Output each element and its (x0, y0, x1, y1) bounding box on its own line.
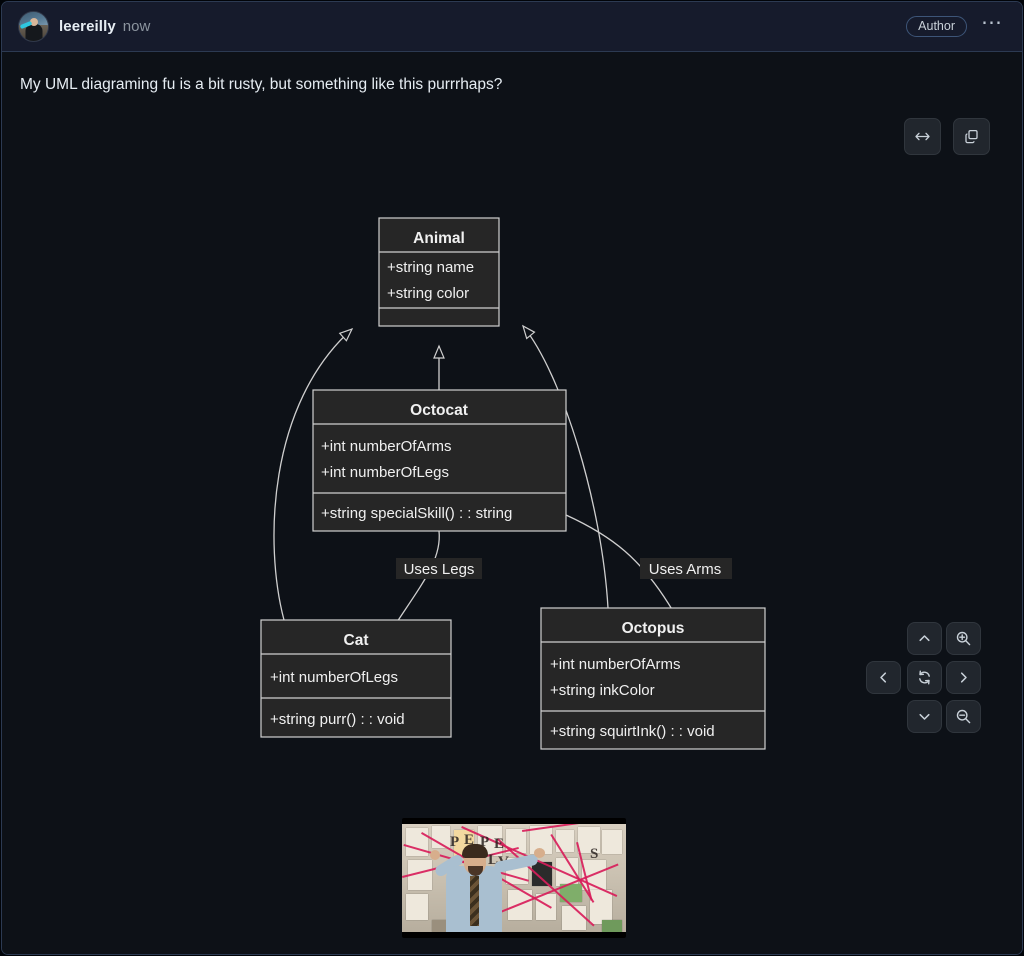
cat-class-name: Cat (344, 632, 369, 649)
left-right-arrow-icon (914, 128, 931, 145)
zoom-in-button[interactable] (946, 622, 981, 655)
cat-attribute: +int numberOfLegs (270, 669, 398, 686)
pan-left-button[interactable] (866, 661, 901, 694)
octocat-attribute: +int numberOfLegs (321, 464, 449, 481)
reset-view-button[interactable] (907, 661, 942, 694)
zoom-out-icon (955, 708, 972, 725)
pan-down-button[interactable] (907, 700, 942, 733)
avatar[interactable] (18, 11, 49, 42)
uml-class-cat[interactable]: Cat +int numberOfLegs +string purr() : :… (261, 620, 451, 737)
pepe-silvia-conspiracy-image[interactable]: P E P E S I L V S (402, 818, 626, 938)
pan-up-button[interactable] (907, 622, 942, 655)
comment-timestamp: now (123, 18, 151, 35)
meme-person-hair (462, 844, 488, 858)
octopus-method: +string squirtInk() : : void (550, 723, 715, 740)
comment-card: leereilly now Author ⋯ My UML diagraming… (1, 1, 1023, 955)
animal-attribute: +string color (387, 285, 469, 302)
avatar-body (25, 24, 42, 42)
octocat-method: +string specialSkill() : : string (321, 505, 512, 522)
relation-labels: Uses Legs Uses Arms (396, 558, 732, 579)
octocat-class-name: Octocat (410, 402, 468, 419)
meme-person-tie (470, 876, 479, 926)
cat-method: +string purr() : : void (270, 711, 405, 728)
uml-class-animal[interactable]: Animal +string name +string color (379, 218, 499, 326)
chevron-right-icon (956, 670, 971, 685)
meme-inner: P E P E S I L V S (402, 824, 626, 932)
comment-header-actions: Author ⋯ (906, 16, 1006, 38)
octopus-attribute: +int numberOfArms (550, 656, 680, 673)
uml-class-octopus[interactable]: Octopus +int numberOfArms +string inkCol… (541, 608, 765, 749)
fullscreen-button[interactable] (904, 118, 941, 155)
octopus-attribute: +string inkColor (550, 682, 655, 699)
kebab-menu-icon[interactable]: ⋯ (981, 18, 1006, 35)
chevron-down-icon (917, 709, 932, 724)
pan-right-button[interactable] (946, 661, 981, 694)
refresh-icon (916, 669, 933, 686)
octopus-class-name: Octopus (622, 620, 685, 637)
comment-text: My UML diagraming fu is a bit rusty, but… (2, 52, 1022, 96)
meme-person-left-hand (430, 850, 440, 860)
uses-legs-label: Uses Legs (404, 561, 475, 578)
animal-attribute: +string name (387, 259, 474, 276)
meme-person-right-hand (534, 848, 545, 858)
diagram-pan-zoom-controls (866, 622, 984, 740)
octocat-attribute: +int numberOfArms (321, 438, 451, 455)
author-badge: Author (906, 16, 967, 38)
diagram-toolbar (904, 118, 990, 155)
chevron-up-icon (917, 631, 932, 646)
copy-icon (963, 128, 980, 145)
comment-body: My UML diagraming fu is a bit rusty, but… (2, 52, 1022, 955)
chevron-left-icon (876, 670, 891, 685)
comment-header: leereilly now Author ⋯ (2, 2, 1022, 52)
zoom-out-button[interactable] (946, 700, 981, 733)
animal-class-name: Animal (413, 230, 465, 247)
zoom-in-icon (955, 630, 972, 647)
uses-arms-label: Uses Arms (649, 561, 722, 578)
copy-button[interactable] (953, 118, 990, 155)
comment-author-username[interactable]: leereilly (59, 18, 116, 35)
uml-class-octocat[interactable]: Octocat +int numberOfArms +int numberOfL… (313, 390, 566, 531)
